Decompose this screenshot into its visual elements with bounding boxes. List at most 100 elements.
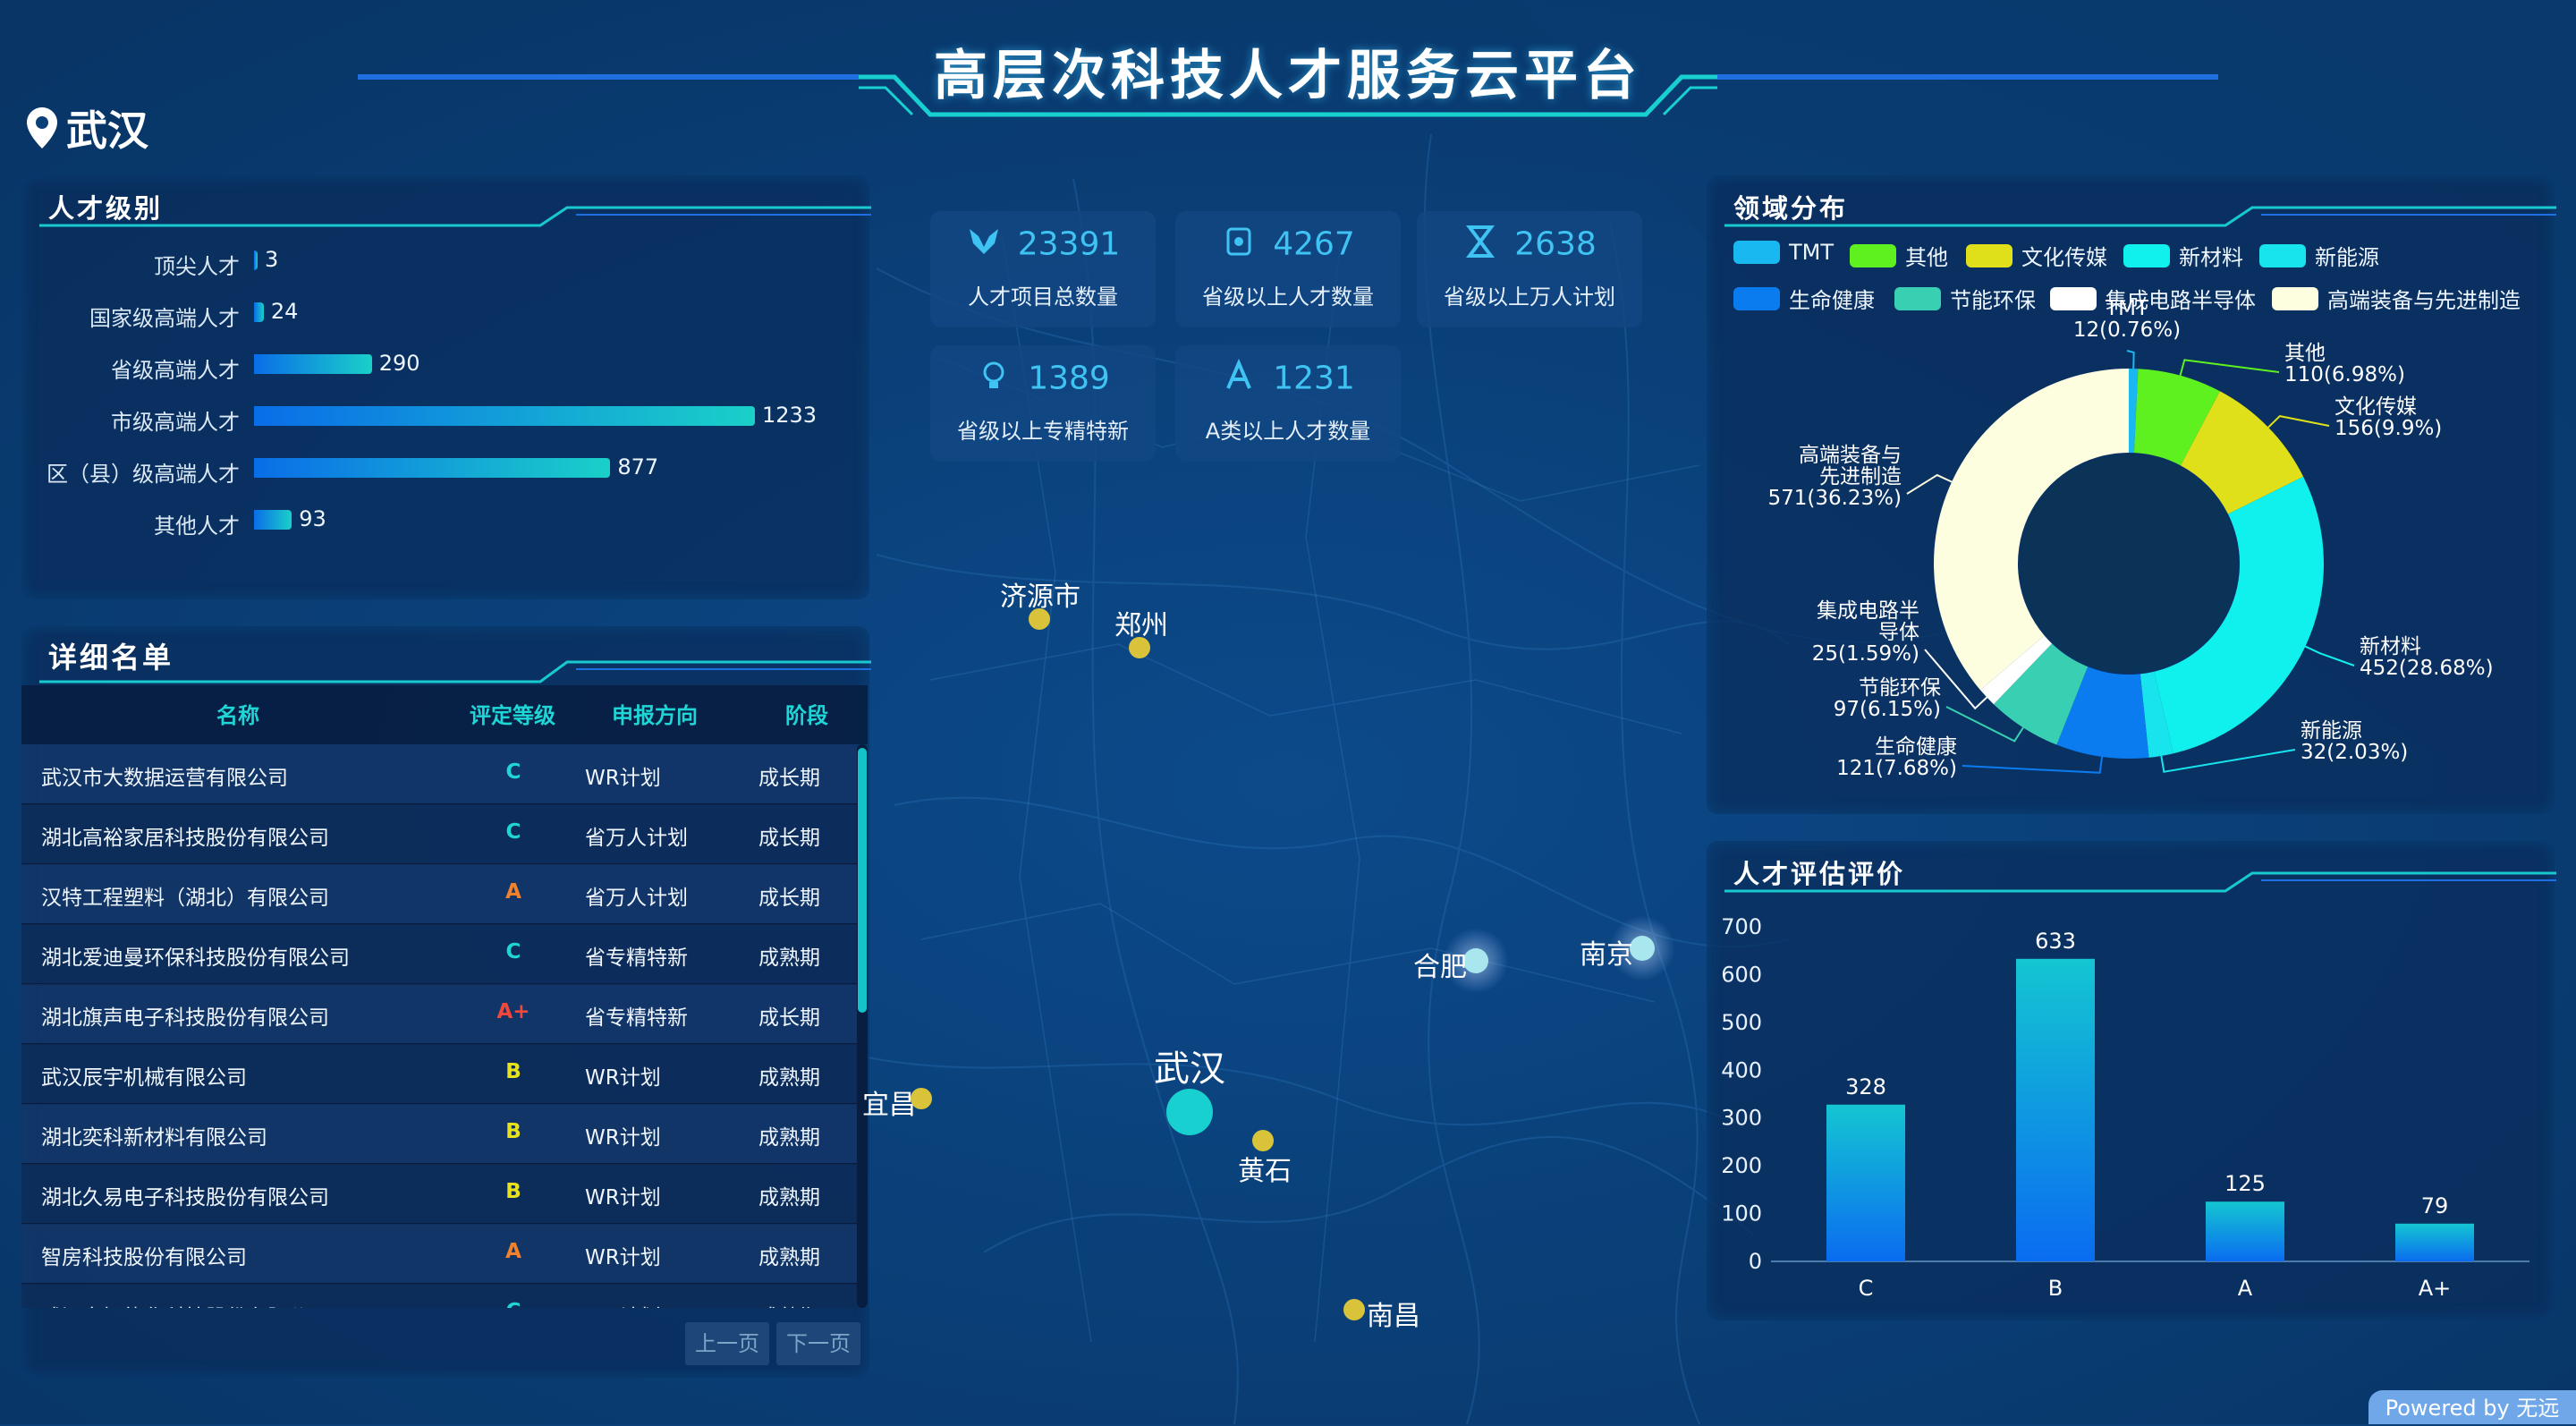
stage: 成长期 xyxy=(758,767,820,790)
next-page-button[interactable]: 下一页 xyxy=(776,1322,860,1365)
talent-level-label: 其他人才 xyxy=(154,514,240,539)
company-name: 武汉市智能化科技股份有限公司 xyxy=(41,1300,329,1308)
city-selector[interactable]: 武汉 xyxy=(27,98,148,157)
bar-value-label: 328 xyxy=(1845,1074,1886,1099)
grade-badge: C xyxy=(505,760,521,784)
grade-badge: A xyxy=(505,1240,521,1263)
table-row[interactable]: 湖北旗声电子科技股份有限公司 A+ 省专精特新 成长期 xyxy=(21,984,857,1045)
leader-line xyxy=(2267,415,2330,429)
direction: WR计划 xyxy=(585,1300,661,1308)
city-marker[interactable] xyxy=(1463,948,1488,973)
slice-value: 12(0.76%) xyxy=(2073,318,2181,342)
stat-label: 人才项目总数量 xyxy=(968,284,1118,310)
badge-icon xyxy=(1221,224,1257,267)
table-header xyxy=(21,685,868,744)
slice-label: 其他 110(6.98%) xyxy=(2284,342,2405,386)
stat-card[interactable]: 2638 省级以上万人计划 xyxy=(1417,211,1642,327)
stage: 成熟期 xyxy=(758,1246,820,1269)
talent-level-bar xyxy=(254,354,372,374)
stage: 成长期 xyxy=(758,827,820,850)
x-tick-label: A+ xyxy=(2419,1276,2452,1301)
table-row[interactable]: 汉特工程塑料（湖北）有限公司 A 省万人计划 成长期 xyxy=(21,864,857,925)
stat-card[interactable]: 1389 省级以上专精特新 xyxy=(930,345,1156,462)
bar[interactable] xyxy=(2206,1201,2284,1261)
stage: 成熟期 xyxy=(758,1300,820,1308)
table-row[interactable]: 湖北久易电子科技股份有限公司 B WR计划 成熟期 xyxy=(21,1164,857,1225)
slice-label: 节能环保 97(6.15%) xyxy=(1834,676,1941,721)
leader-line xyxy=(2179,359,2280,376)
legend-swatch xyxy=(2259,243,2306,267)
company-name: 武汉市大数据运营有限公司 xyxy=(41,767,288,790)
company-name: 湖北久易电子科技股份有限公司 xyxy=(41,1186,329,1210)
direction: WR计划 xyxy=(585,1126,661,1150)
company-name: 湖北旗声电子科技股份有限公司 xyxy=(41,1006,329,1030)
legend-swatch xyxy=(2123,243,2170,267)
city-marker[interactable] xyxy=(1166,1089,1213,1135)
talent-level-bar xyxy=(254,302,264,322)
legend-item[interactable]: TMT xyxy=(1733,240,1834,265)
talent-level-value: 290 xyxy=(378,351,420,376)
legend-item[interactable]: 新能源 xyxy=(2259,240,2379,271)
bar[interactable] xyxy=(2395,1223,2474,1261)
scrollbar-thumb[interactable] xyxy=(858,748,867,1013)
slice-label: 文化传媒 156(9.9%) xyxy=(2334,395,2442,440)
talent-level-label: 国家级高端人才 xyxy=(89,306,240,331)
legend-item[interactable]: 其他 xyxy=(1850,240,1948,271)
stat-value-row: 23391 xyxy=(930,224,1156,267)
table-row[interactable]: 智房科技股份有限公司 A WR计划 成熟期 xyxy=(21,1224,857,1285)
legend-item[interactable]: 新材料 xyxy=(2123,240,2243,271)
slice-name: 其他 xyxy=(2284,342,2326,365)
hourglass-icon xyxy=(1462,224,1498,267)
talent-level-label: 市级高端人才 xyxy=(111,410,240,435)
stat-card[interactable]: 4267 省级以上人才数量 xyxy=(1175,211,1401,327)
legend-item[interactable]: 文化传媒 xyxy=(1966,240,2107,271)
x-tick-label: B xyxy=(2048,1276,2063,1301)
direction: WR计划 xyxy=(585,1246,661,1269)
bar-value-label: 633 xyxy=(2035,929,2076,954)
stat-card[interactable]: 23391 人才项目总数量 xyxy=(930,211,1156,327)
column-header-grade: 评定等级 xyxy=(470,703,555,728)
table-body: 武汉市大数据运营有限公司 C WR计划 成长期 湖北高裕家居科技股份有限公司 C 省万人计划… xyxy=(0,744,877,1308)
prev-page-button[interactable]: 上一页 xyxy=(685,1322,769,1365)
city-label: 武汉 xyxy=(1154,1048,1225,1090)
x-tick-label: A xyxy=(2238,1276,2253,1301)
grade-badge: C xyxy=(478,1300,549,1308)
direction: WR计划 xyxy=(585,767,661,790)
city-name: 武汉 xyxy=(66,106,148,155)
bar[interactable] xyxy=(1826,1104,1905,1261)
grade-badge: C xyxy=(505,940,521,963)
y-tick-label: 500 xyxy=(1721,1010,1762,1035)
city-marker[interactable] xyxy=(1630,936,1655,961)
stage: 成熟期 xyxy=(758,946,820,970)
talent-level-value: 1233 xyxy=(762,403,818,428)
talent-level-value: 3 xyxy=(265,247,279,272)
legend-swatch xyxy=(1850,243,1896,267)
stat-label: 省级以上万人计划 xyxy=(1444,284,1615,310)
stat-card[interactable]: 1231 A类以上人才数量 xyxy=(1175,345,1401,462)
direction: 省专精特新 xyxy=(585,1006,688,1030)
table-row[interactable]: 武汉辰宇机械有限公司 B WR计划 成熟期 xyxy=(21,1044,857,1105)
stat-label: 省级以上人才数量 xyxy=(1202,284,1374,310)
y-tick-label: 600 xyxy=(1721,962,1762,987)
table-row[interactable]: 武汉市智能化科技股份有限公司 C WR计划 成熟期 xyxy=(21,1284,857,1308)
table-row[interactable]: 武汉市大数据运营有限公司 C WR计划 成长期 xyxy=(21,744,857,805)
table-row[interactable]: 湖北高裕家居科技股份有限公司 C 省万人计划 成长期 xyxy=(21,804,857,865)
bar[interactable] xyxy=(2016,958,2095,1261)
slice-name: 文化传媒 xyxy=(2334,395,2417,419)
talent-level-label: 顶尖人才 xyxy=(154,254,240,279)
powered-by-badge[interactable]: Powered by 无远 xyxy=(2368,1390,2576,1424)
legend-swatch xyxy=(1966,243,2012,267)
table-row[interactable]: 湖北爱迪曼环保科技股份有限公司 C 省专精特新 成熟期 xyxy=(21,924,857,985)
city-label: 宜昌 xyxy=(862,1090,916,1121)
table-scrollbar[interactable] xyxy=(857,744,868,1308)
fox-logo-icon xyxy=(966,224,1002,267)
y-tick-label: 700 xyxy=(1721,914,1762,939)
direction: WR计划 xyxy=(585,1066,661,1090)
column-header-direction: 申报方向 xyxy=(612,703,698,728)
slice-name: 新能源 xyxy=(2301,719,2362,743)
table-row[interactable]: 湖北奕科新材料有限公司 B WR计划 成熟期 xyxy=(21,1104,857,1165)
talent-level-panel: 人才级别 顶尖人才 3 国家级高端人才 24 省级高端人才 290 市级高端人才 1233 区（… xyxy=(21,175,871,599)
slice-name: 节能环保 xyxy=(1859,676,1941,700)
city-label: 黄石 xyxy=(1238,1156,1292,1187)
city-marker[interactable] xyxy=(1343,1299,1365,1320)
